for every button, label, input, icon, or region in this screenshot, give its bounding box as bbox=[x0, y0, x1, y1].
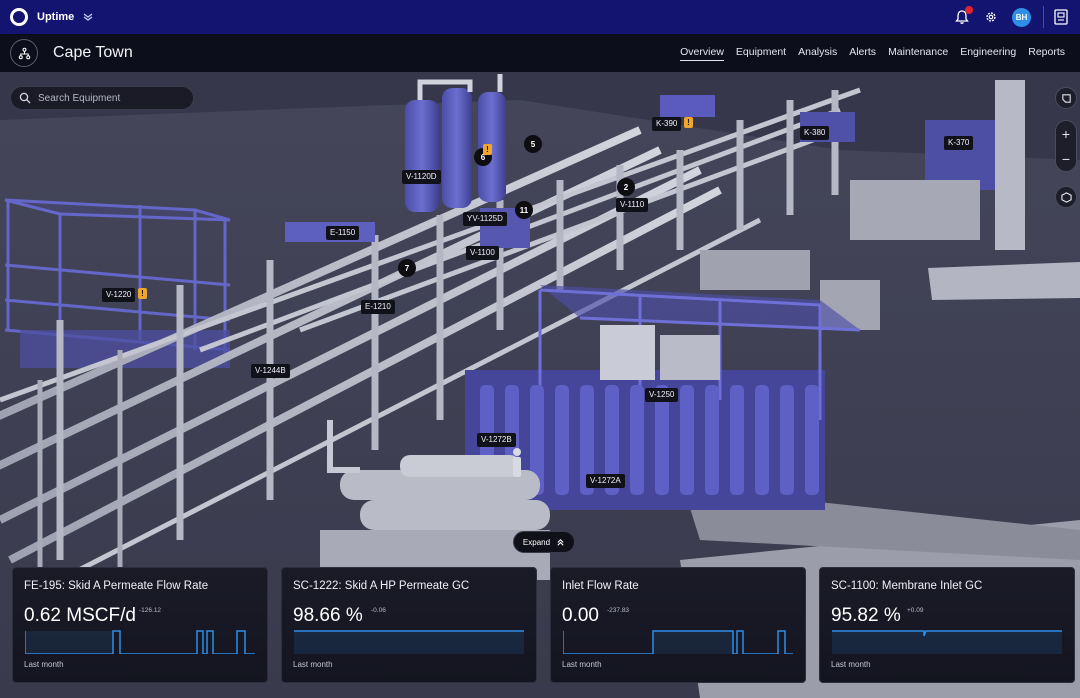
equipment-tag-v1100[interactable]: V-1100 bbox=[466, 246, 499, 260]
app-name[interactable]: Uptime bbox=[37, 11, 74, 23]
warning-icon[interactable]: ! bbox=[684, 117, 693, 128]
warning-icon: ! bbox=[483, 144, 492, 155]
metric-period: Last month bbox=[562, 660, 602, 669]
equipment-tag-v1220[interactable]: V-1220 bbox=[102, 288, 136, 302]
top-bar: Uptime BH bbox=[0, 0, 1080, 34]
tab-engineering[interactable]: Engineering bbox=[960, 46, 1016, 60]
metric-delta: +0.09 bbox=[907, 607, 924, 614]
metric-period: Last month bbox=[24, 660, 64, 669]
metric-delta: -126.12 bbox=[139, 607, 162, 614]
tab-analysis[interactable]: Analysis bbox=[798, 46, 837, 60]
zoom-in-button[interactable]: + bbox=[1062, 127, 1070, 141]
alert-marker[interactable]: 2 bbox=[617, 178, 635, 196]
equipment-tag-v1250[interactable]: V-1250 bbox=[645, 388, 679, 402]
search-equipment[interactable] bbox=[10, 86, 194, 110]
notification-badge bbox=[965, 6, 973, 14]
sparkline bbox=[294, 630, 524, 654]
cube-view-icon bbox=[1060, 191, 1072, 203]
equipment-tag-k390[interactable]: K-390 bbox=[652, 117, 682, 131]
equipment-tag-yv1125d[interactable]: YV-1125D bbox=[463, 212, 507, 226]
app-switcher-chevron-icon[interactable] bbox=[82, 11, 94, 23]
expand-button[interactable]: Expand bbox=[513, 531, 575, 553]
double-chevron-up-icon bbox=[557, 538, 564, 546]
metric-value: 0.62 MSCF/d bbox=[24, 605, 136, 626]
main-tabs: Overview Equipment Analysis Alerts Maint… bbox=[680, 34, 1080, 72]
tab-reports[interactable]: Reports bbox=[1028, 46, 1065, 60]
equipment-tag-v1244b[interactable]: V-1244B bbox=[251, 364, 290, 378]
equipment-tag-v1272b[interactable]: V-1272B bbox=[477, 433, 516, 447]
tab-overview[interactable]: Overview bbox=[680, 46, 724, 61]
metric-delta: -0.06 bbox=[371, 607, 386, 614]
sparkline bbox=[832, 630, 1062, 654]
alert-marker[interactable]: 7 bbox=[398, 259, 416, 277]
user-avatar[interactable]: BH bbox=[1012, 7, 1031, 27]
metric-delta: -237.83 bbox=[607, 607, 630, 614]
documents-icon[interactable] bbox=[1054, 9, 1068, 25]
page-header: Cape Town Overview Equipment Analysis Al… bbox=[0, 34, 1080, 72]
search-input[interactable] bbox=[36, 91, 190, 105]
top-divider bbox=[1043, 6, 1044, 28]
equipment-tag-e1210[interactable]: E-1210 bbox=[361, 300, 395, 314]
equipment-tag-k380[interactable]: K-380 bbox=[800, 126, 830, 140]
metric-card[interactable]: FE-195: Skid A Permeate Flow Rate 0.62 M… bbox=[12, 567, 268, 683]
expand-label: Expand bbox=[522, 537, 551, 547]
page-title: Cape Town bbox=[53, 44, 133, 61]
equipment-tag-e1150[interactable]: E-1150 bbox=[326, 226, 360, 240]
metric-period: Last month bbox=[831, 660, 871, 669]
person-figure bbox=[513, 448, 521, 477]
hierarchy-icon bbox=[18, 47, 30, 59]
sparkline bbox=[563, 630, 793, 654]
equipment-tag-v1272a[interactable]: V-1272A bbox=[586, 474, 625, 488]
map-layers-icon bbox=[1061, 93, 1071, 103]
settings-gear-icon[interactable] bbox=[984, 10, 998, 24]
metric-card[interactable]: SC-1100: Membrane Inlet GC 95.82 % +0.09… bbox=[819, 567, 1075, 683]
metric-value: 98.66 % bbox=[293, 605, 363, 626]
metric-value: 0.00 bbox=[562, 605, 599, 626]
alert-marker[interactable]: 6 ! bbox=[474, 144, 492, 166]
tab-maintenance[interactable]: Maintenance bbox=[888, 46, 948, 60]
alert-marker[interactable]: 11 bbox=[515, 201, 533, 219]
sparkline bbox=[25, 630, 255, 654]
search-icon bbox=[19, 92, 31, 104]
alert-marker[interactable]: 5 bbox=[524, 135, 542, 153]
alert-marker-count: 7 bbox=[404, 263, 410, 273]
metric-value: 95.82 % bbox=[831, 605, 901, 626]
alert-marker-count: 5 bbox=[530, 139, 536, 149]
metric-card[interactable]: Inlet Flow Rate 0.00 -237.83 Last month bbox=[550, 567, 806, 683]
metric-title: Inlet Flow Rate bbox=[562, 580, 639, 592]
metric-title: SC-1100: Membrane Inlet GC bbox=[831, 580, 983, 592]
metric-title: SC-1222: Skid A HP Permeate GC bbox=[293, 580, 470, 592]
layers-button[interactable] bbox=[1055, 87, 1077, 109]
reset-view-button[interactable] bbox=[1055, 186, 1077, 208]
equipment-tag-v1120d[interactable]: V-1120D bbox=[402, 170, 441, 184]
metric-card[interactable]: SC-1222: Skid A HP Permeate GC 98.66 % -… bbox=[281, 567, 537, 683]
zoom-out-button[interactable]: − bbox=[1062, 152, 1070, 166]
warning-icon[interactable]: ! bbox=[138, 288, 147, 299]
notifications-button[interactable] bbox=[954, 6, 973, 25]
tab-equipment[interactable]: Equipment bbox=[736, 46, 786, 60]
tab-alerts[interactable]: Alerts bbox=[849, 46, 876, 60]
equipment-tag-k370[interactable]: K-370 bbox=[944, 136, 974, 150]
zoom-controls: + − bbox=[1055, 120, 1077, 172]
equipment-tag-v1110[interactable]: V-1110 bbox=[616, 198, 649, 212]
site-hierarchy-button[interactable] bbox=[10, 39, 38, 67]
uptime-logo-icon[interactable] bbox=[10, 8, 28, 26]
metric-period: Last month bbox=[293, 660, 333, 669]
alert-marker-count: 2 bbox=[623, 182, 629, 192]
alert-marker-count: 11 bbox=[519, 205, 529, 215]
metric-title: FE-195: Skid A Permeate Flow Rate bbox=[24, 580, 209, 592]
